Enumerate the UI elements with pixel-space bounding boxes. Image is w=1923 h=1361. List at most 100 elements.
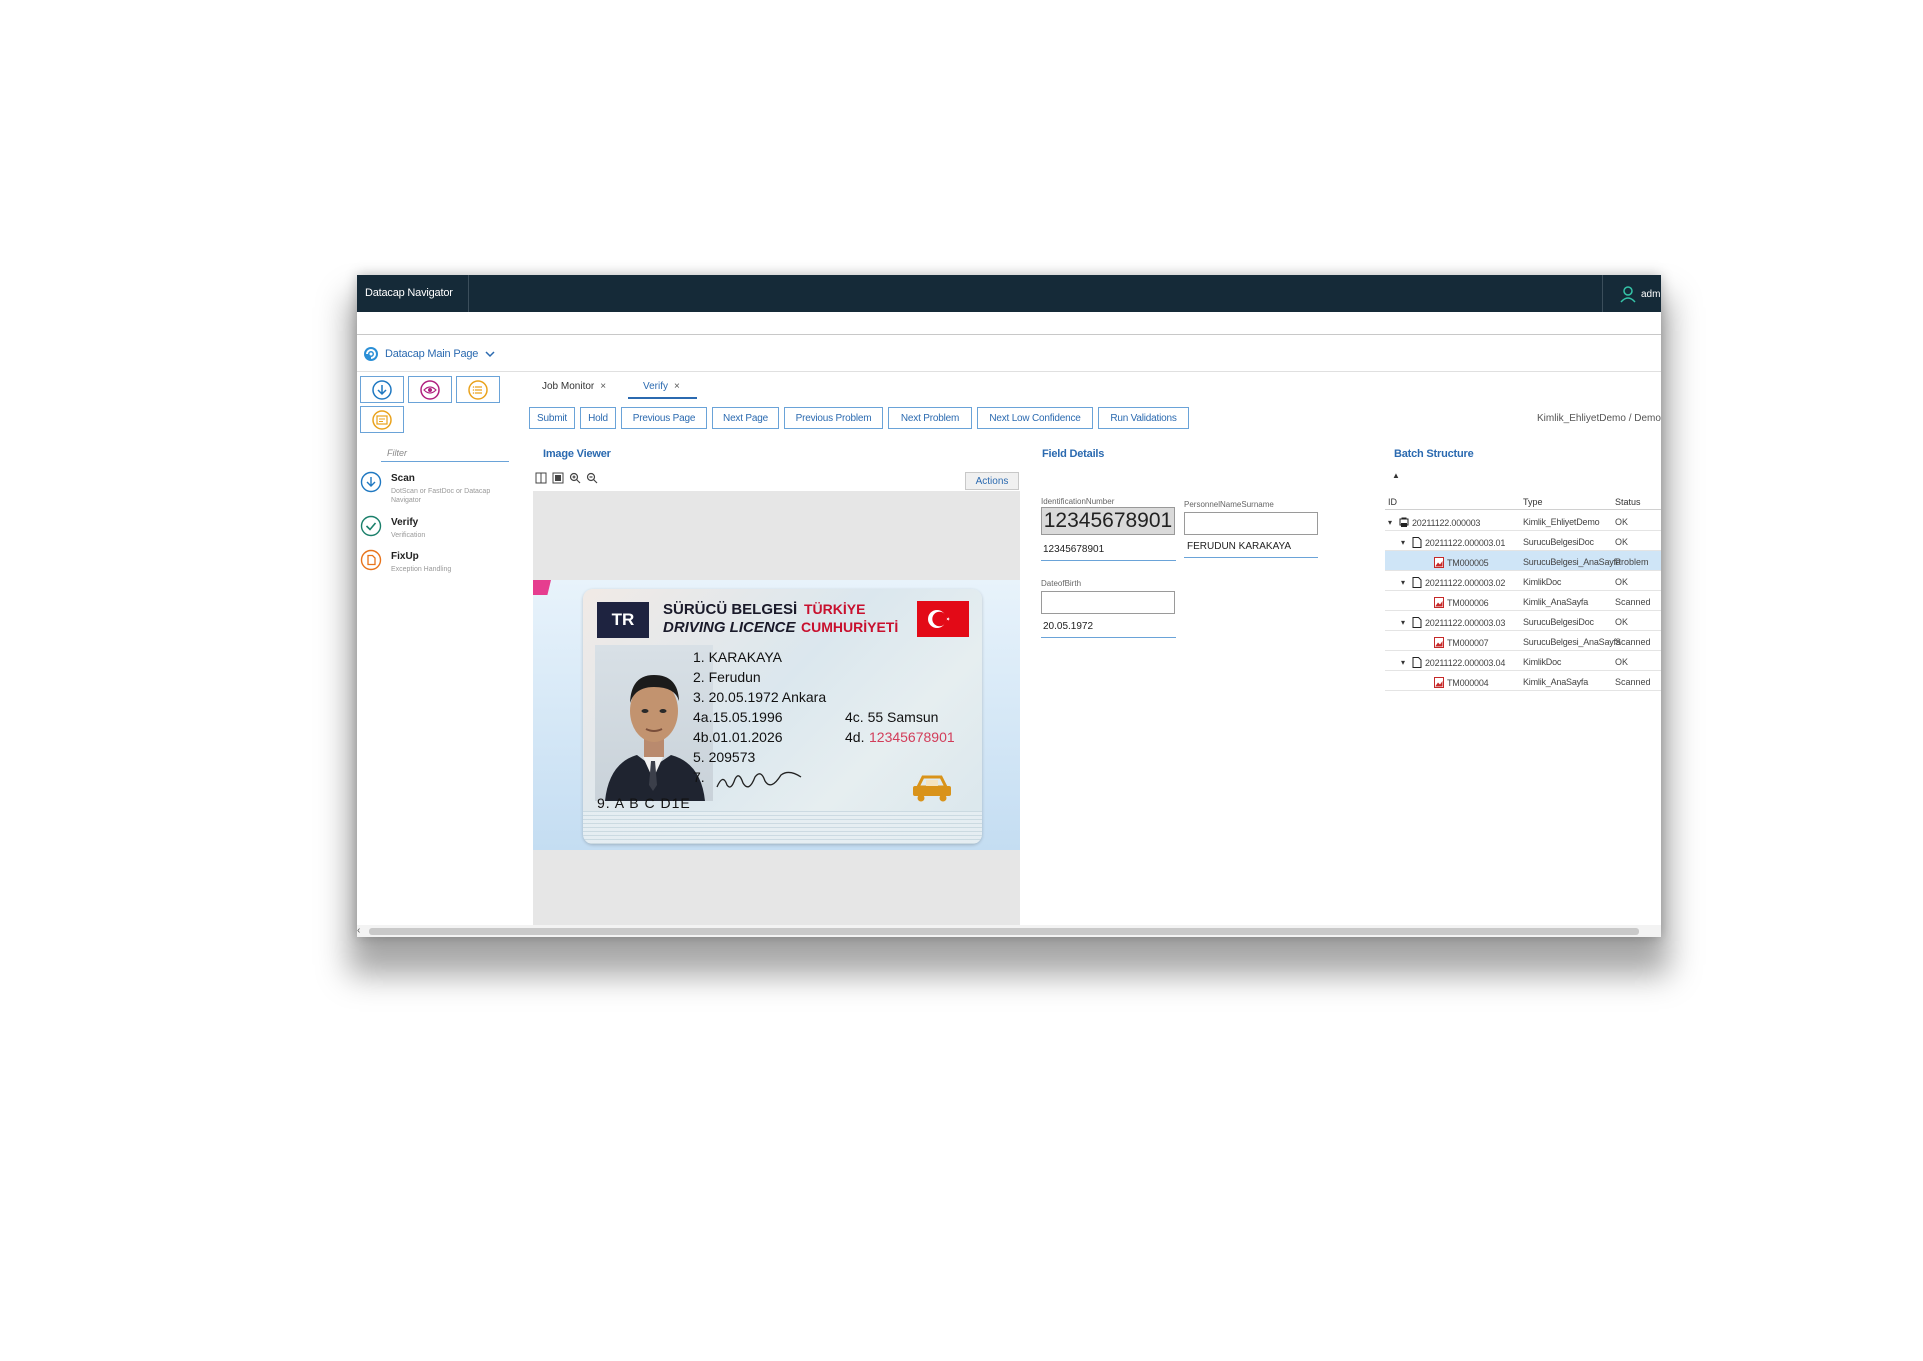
expand-caret-icon[interactable]: ▾ — [1388, 518, 1396, 527]
expand-caret-icon[interactable]: ▾ — [1401, 658, 1409, 667]
expand-caret-icon[interactable]: ▾ — [1401, 538, 1409, 547]
tree-row[interactable]: TM000004 Kimlik_AnaSayfa Scanned — [1385, 671, 1661, 691]
tree-row[interactable]: ▾ 20211122.000003 Kimlik_EhliyetDemo OK — [1385, 511, 1661, 531]
tree-row-type: KimlikDoc — [1523, 577, 1562, 587]
tab-verify[interactable]: Verify × — [643, 381, 680, 392]
document-circle-icon — [360, 549, 382, 571]
field-underline — [1184, 557, 1318, 558]
run-validations-button[interactable]: Run Validations — [1098, 407, 1189, 429]
hold-button[interactable]: Hold — [580, 407, 616, 429]
tree-row-id: TM000007 — [1423, 637, 1489, 648]
tree-row-type: Kimlik_AnaSayfa — [1523, 597, 1589, 607]
page-icon-wrapper — [1434, 637, 1444, 648]
view-tool-button[interactable] — [408, 376, 452, 403]
next-problem-button[interactable]: Next Problem — [888, 407, 972, 429]
column-header-id[interactable]: ID — [1388, 497, 1397, 507]
doc-icon-wrapper — [1412, 617, 1422, 628]
field-underline — [1041, 637, 1176, 638]
tree-row-type: Kimlik_AnaSayfa — [1523, 677, 1589, 687]
tree-row-status: OK — [1615, 517, 1629, 527]
check-circle-icon — [360, 515, 382, 537]
tree-row[interactable]: TM000006 Kimlik_AnaSayfa Scanned — [1385, 591, 1661, 611]
tree-row[interactable]: TM000005 SurucuBelgesi_AnaSayfa Problem — [1385, 551, 1661, 571]
scrollbar-thumb[interactable] — [369, 928, 1639, 935]
filter-underline — [381, 461, 509, 462]
task-title: Verify — [391, 517, 419, 528]
filter-input[interactable]: Filter — [387, 448, 407, 458]
next-page-button[interactable]: Next Page — [712, 407, 779, 429]
tree-row-id: ▾ 20211122.000003 — [1388, 517, 1480, 528]
date-of-birth-input[interactable]: 20.05.1972 — [1043, 621, 1093, 632]
fit-width-icon[interactable] — [535, 472, 547, 484]
list-tool-button[interactable] — [456, 376, 500, 403]
task-subtitle: Exception Handling — [391, 566, 452, 573]
close-icon[interactable]: × — [674, 381, 680, 392]
zoom-in-icon[interactable] — [569, 472, 581, 484]
identification-number-input[interactable]: 12345678901 — [1043, 544, 1104, 555]
previous-problem-button[interactable]: Previous Problem — [784, 407, 883, 429]
tree-row[interactable]: ▾ 20211122.000003.03 SurucuBelgesiDoc OK — [1385, 611, 1661, 631]
chevron-down-icon[interactable] — [484, 348, 496, 360]
main-page-label: Datacap Main Page — [385, 348, 479, 360]
user-icon[interactable] — [1620, 285, 1636, 303]
personnel-name-input[interactable]: FERUDUN KARAKAYA — [1187, 541, 1291, 552]
tree-row[interactable]: ▾ 20211122.000003.02 KimlikDoc OK — [1385, 571, 1661, 591]
tree-row-id-text: TM000005 — [1447, 557, 1489, 568]
divider — [357, 371, 1661, 372]
tree-row-type: SurucuBelgesiDoc — [1523, 537, 1594, 547]
tree-row[interactable]: TM000007 SurucuBelgesi_AnaSayfa Scanned — [1385, 631, 1661, 651]
task-fixup[interactable]: FixUp Exception Handling — [360, 549, 510, 579]
tree-row-id-text: 20211122.000003.04 — [1425, 657, 1506, 668]
card-country-line2: CUMHURİYETİ — [801, 619, 899, 635]
sort-ascending-icon[interactable]: ▲ — [1392, 471, 1400, 480]
card-signature-label: 7. — [693, 769, 705, 785]
tree-row-status: Scanned — [1615, 677, 1651, 687]
tree-row-id-text: 20211122.000003.03 — [1425, 617, 1506, 628]
identification-number-snippet: 12345678901 — [1041, 507, 1175, 535]
next-low-confidence-button[interactable]: Next Low Confidence — [977, 407, 1093, 429]
tab-job-monitor[interactable]: Job Monitor × — [542, 381, 606, 392]
scroll-left-arrow[interactable]: ‹ — [357, 925, 360, 936]
column-header-status[interactable]: Status — [1615, 497, 1641, 507]
actions-button[interactable]: Actions — [965, 472, 1019, 490]
list-circle-icon — [468, 379, 488, 400]
page-icon-wrapper — [1434, 557, 1444, 568]
car-icon — [913, 775, 951, 802]
previous-page-button[interactable]: Previous Page — [621, 407, 707, 429]
tree-row-id-text: 20211122.000003.02 — [1425, 577, 1506, 588]
card-given-name: 2. Ferudun — [693, 669, 761, 685]
column-header-type[interactable]: Type — [1523, 497, 1543, 507]
scan-tool-button[interactable] — [360, 376, 404, 403]
country-code-badge: TR — [597, 602, 649, 638]
tree-row-status: OK — [1615, 537, 1629, 547]
close-icon[interactable]: × — [600, 381, 606, 392]
tree-row-status: OK — [1615, 617, 1629, 627]
fit-page-icon[interactable] — [552, 472, 564, 484]
app-window: Datacap Navigator adm Datacap Main Page — [357, 275, 1661, 937]
tree-row-id-text: TM000004 — [1447, 677, 1489, 688]
tree-row[interactable]: ▾ 20211122.000003.01 SurucuBelgesiDoc OK — [1385, 531, 1661, 551]
image-viewer-title: Image Viewer — [543, 448, 611, 460]
task-subtitle: DotScan or FastDoc or Datacap Navigator — [391, 488, 491, 504]
top-bar: Datacap Navigator adm — [357, 275, 1661, 312]
task-title: Scan — [391, 473, 415, 484]
document-icon — [1412, 657, 1422, 668]
user-name[interactable]: adm — [1641, 289, 1660, 300]
batch-icon — [1399, 517, 1409, 527]
task-subtitle: Verification — [391, 532, 426, 539]
tree-row-id: TM000006 — [1423, 597, 1489, 608]
tree-row-status: OK — [1615, 657, 1629, 667]
expand-caret-icon[interactable]: ▾ — [1401, 578, 1409, 587]
expand-caret-icon[interactable]: ▾ — [1401, 618, 1409, 627]
report-tool-button[interactable] — [360, 406, 404, 433]
card-expiry-date: 4b.01.01.2026 — [693, 729, 783, 745]
tree-row-id-text: 20211122.000003 — [1412, 517, 1481, 528]
tree-row[interactable]: ▾ 20211122.000003.04 KimlikDoc OK — [1385, 651, 1661, 671]
download-circle-icon — [360, 471, 382, 493]
task-verify[interactable]: Verify Verification — [360, 515, 510, 545]
zoom-out-icon[interactable] — [586, 472, 598, 484]
submit-button[interactable]: Submit — [529, 407, 575, 429]
main-page-selector[interactable]: Datacap Main Page — [363, 346, 496, 362]
task-scan[interactable]: Scan DotScan or FastDoc or Datacap Navig… — [360, 471, 510, 505]
tree-row-id: TM000005 — [1423, 557, 1489, 568]
